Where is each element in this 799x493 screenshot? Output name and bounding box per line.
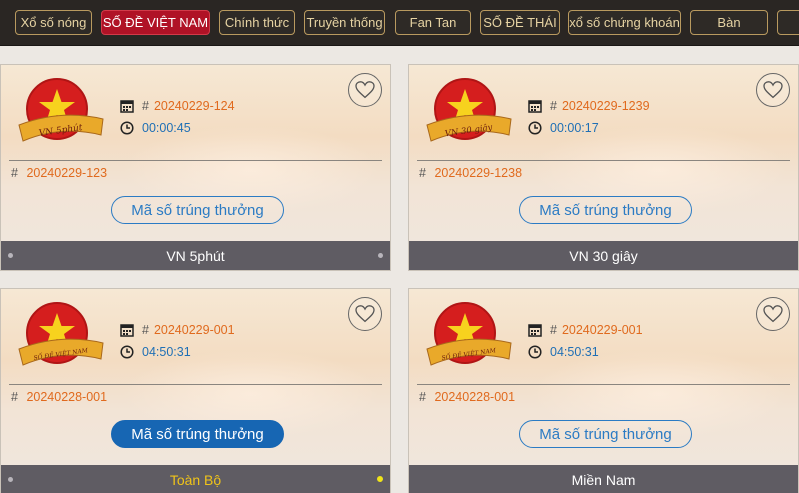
previous-draw-id: 20240229-1238 <box>434 166 523 180</box>
previous-draw-id: 20240228-001 <box>26 390 108 404</box>
heart-icon <box>763 305 783 323</box>
game-card-so-de-viet-nam-all[interactable]: SỐ ĐỀ VIỆT NAM # 20240229-001 04:50:31 #… <box>0 288 391 493</box>
card-footer[interactable]: Toàn Bộ <box>1 465 390 493</box>
countdown-timer: 00:00:45 <box>142 121 191 135</box>
hash-symbol: # <box>550 323 557 337</box>
previous-draw-row: # 20240228-001 <box>419 390 515 404</box>
hash-symbol: # <box>550 99 557 113</box>
vietnam-flag-emblem: SỐ ĐỀ VIỆT NAM <box>426 302 512 366</box>
countdown-timer: 04:50:31 <box>142 345 191 359</box>
current-draw-row: # 20240229-001 <box>120 323 235 337</box>
hash-symbol: # <box>11 166 18 180</box>
nav-tab-so-de-thai[interactable]: SỐ ĐỀ THÁI <box>480 10 560 35</box>
calendar-icon <box>528 100 542 113</box>
heart-icon <box>355 81 375 99</box>
countdown-timer: 00:00:17 <box>550 121 599 135</box>
calendar-icon <box>120 100 134 113</box>
winning-numbers-button[interactable]: Mã số trúng thưởng <box>111 196 284 224</box>
winning-numbers-button[interactable]: Mã số trúng thưởng <box>111 420 284 448</box>
game-card-vn-30-giay[interactable]: VN 30 giây # 20240229-1239 00:00:17 # 20… <box>408 64 799 271</box>
game-card-so-de-viet-nam-south[interactable]: SỐ ĐỀ VIỆT NAM # 20240229-001 04:50:31 #… <box>408 288 799 493</box>
game-name: VN 5phút <box>166 247 225 264</box>
game-name: Miền Nam <box>571 471 636 488</box>
countdown-row: 00:00:17 <box>528 121 599 135</box>
game-card-vn-5phut[interactable]: VN 5phút # 20240229-124 00:00:45 # 20240… <box>0 64 391 271</box>
nav-tab-fan-tan[interactable]: Fan Tan <box>395 10 471 35</box>
heart-icon <box>355 305 375 323</box>
dot-indicator <box>378 253 383 258</box>
dot-indicator-active <box>377 476 383 482</box>
nav-tab-so-de-viet-nam[interactable]: SỐ ĐỀ VIỆT NAM <box>101 10 210 35</box>
vietnam-flag-emblem: VN 30 giây <box>426 78 512 142</box>
vietnam-flag-emblem: SỐ ĐỀ VIỆT NAM <box>18 302 104 366</box>
calendar-icon <box>528 324 542 337</box>
current-draw-id: 20240229-001 <box>561 323 643 337</box>
nav-tab-traditional[interactable]: Truyền thống <box>304 10 385 35</box>
hash-symbol: # <box>419 390 426 404</box>
current-draw-row: # 20240229-1239 <box>528 99 650 113</box>
hash-symbol: # <box>419 166 426 180</box>
clock-icon <box>528 345 542 359</box>
dot-indicator <box>8 477 13 482</box>
favorite-button[interactable] <box>348 297 382 331</box>
dot-indicator <box>8 253 13 258</box>
countdown-row: 04:50:31 <box>528 345 599 359</box>
previous-draw-id: 20240228-001 <box>434 390 516 404</box>
heart-icon <box>763 81 783 99</box>
favorite-button[interactable] <box>348 73 382 107</box>
clock-icon <box>120 345 134 359</box>
hash-symbol: # <box>142 323 149 337</box>
clock-icon <box>120 121 134 135</box>
hash-symbol: # <box>142 99 149 113</box>
countdown-row: 04:50:31 <box>120 345 191 359</box>
vietnam-flag-emblem: VN 5phút <box>18 78 104 142</box>
nav-tab-more[interactable] <box>777 10 799 35</box>
game-name: VN 30 giây <box>569 247 638 264</box>
nav-tab-hot-lottery[interactable]: Xổ số nóng <box>15 10 92 35</box>
calendar-icon <box>120 324 134 337</box>
divider <box>9 160 382 161</box>
lottery-grid: VN 5phút # 20240229-124 00:00:45 # 20240… <box>0 46 799 493</box>
top-navigation: Xổ số nóng SỐ ĐỀ VIỆT NAM Chính thức Tru… <box>0 0 799 46</box>
current-draw-id: 20240229-001 <box>153 323 235 337</box>
clock-icon <box>528 121 542 135</box>
card-footer[interactable]: Miền Nam <box>409 465 798 493</box>
nav-tab-table[interactable]: Bàn <box>690 10 768 35</box>
countdown-row: 00:00:45 <box>120 121 191 135</box>
hash-symbol: # <box>11 390 18 404</box>
divider <box>9 384 382 385</box>
card-footer[interactable]: VN 5phút <box>1 241 390 270</box>
card-footer[interactable]: VN 30 giây <box>409 241 798 270</box>
favorite-button[interactable] <box>756 297 790 331</box>
previous-draw-row: # 20240228-001 <box>11 390 107 404</box>
previous-draw-row: # 20240229-123 <box>11 166 107 180</box>
divider <box>417 160 790 161</box>
winning-numbers-button[interactable]: Mã số trúng thưởng <box>519 196 692 224</box>
current-draw-id: 20240229-124 <box>153 99 235 113</box>
current-draw-id: 20240229-1239 <box>561 99 650 113</box>
favorite-button[interactable] <box>756 73 790 107</box>
winning-numbers-button[interactable]: Mã số trúng thưởng <box>519 420 692 448</box>
previous-draw-id: 20240229-123 <box>26 166 108 180</box>
current-draw-row: # 20240229-124 <box>120 99 235 113</box>
nav-tab-stock-lottery[interactable]: xổ số chứng khoán <box>568 10 681 35</box>
nav-tab-official[interactable]: Chính thức <box>219 10 295 35</box>
divider <box>417 384 790 385</box>
countdown-timer: 04:50:31 <box>550 345 599 359</box>
game-name: Toàn Bộ <box>169 471 222 488</box>
previous-draw-row: # 20240229-1238 <box>419 166 522 180</box>
current-draw-row: # 20240229-001 <box>528 323 643 337</box>
